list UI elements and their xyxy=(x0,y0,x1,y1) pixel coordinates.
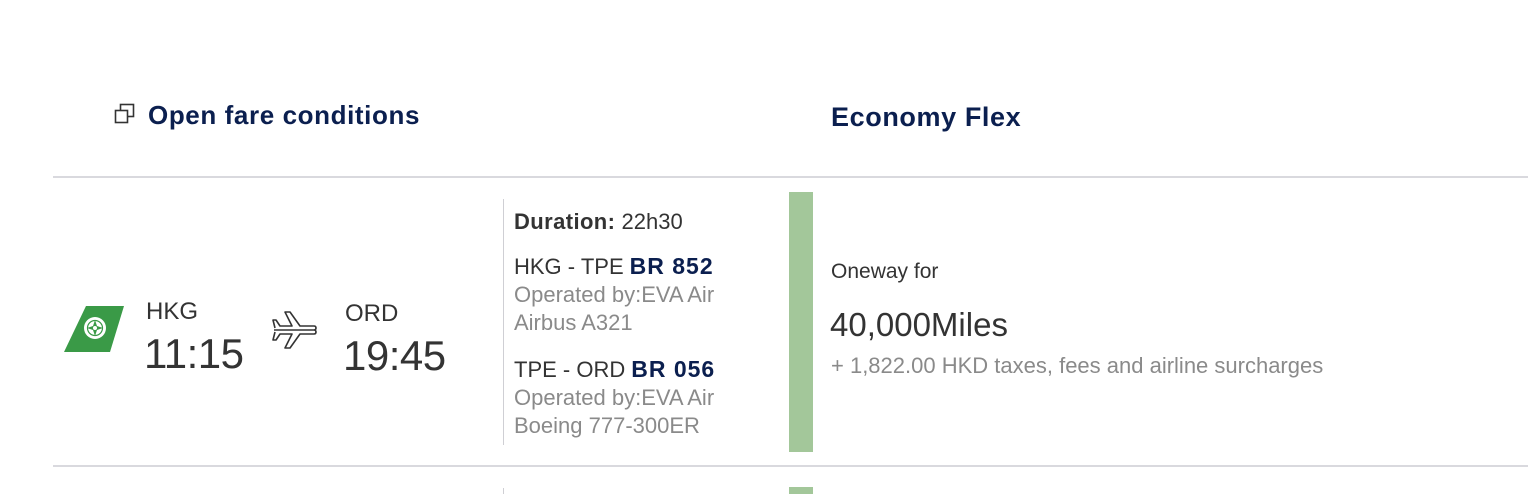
origin-airport-code: HKG xyxy=(146,298,199,325)
fare-family-title: Economy Flex xyxy=(831,102,1022,132)
arrival-time: 19:45 xyxy=(343,332,446,379)
aircraft-type: Airbus A321 xyxy=(514,310,633,335)
duration: Duration: 22h30 xyxy=(514,208,715,236)
flight-details: Duration: 22h30 HKG - TPE BR 852 Operated… xyxy=(514,208,715,440)
segment-route: TPE - ORD BR 056 xyxy=(514,355,715,384)
duration-label: Duration: xyxy=(514,209,616,234)
flight-number[interactable]: BR 056 xyxy=(631,356,715,382)
segment-divider xyxy=(503,199,504,445)
destination-airport-code: ORD xyxy=(345,300,399,327)
segment-route-text: TPE - ORD xyxy=(514,357,626,382)
segment-divider xyxy=(503,488,504,494)
duration-value: 22h30 xyxy=(621,209,683,234)
departure-time: 11:15 xyxy=(144,330,244,377)
open-fare-conditions-label: Open fare conditions xyxy=(148,100,421,130)
external-window-icon xyxy=(114,103,135,123)
flight-result-page: Open fare conditions Economy Flex HKG 11… xyxy=(0,0,1528,494)
aircraft-type: Boeing 777-300ER xyxy=(514,413,700,438)
taxes-fees: + 1,822.00 HKD taxes, fees and airline s… xyxy=(831,353,1324,378)
trip-type-label: Oneway for xyxy=(831,260,939,283)
eva-air-logo xyxy=(64,306,124,352)
divider xyxy=(53,176,1528,178)
divider xyxy=(53,465,1528,467)
flight-number[interactable]: BR 852 xyxy=(630,253,714,279)
miles-price[interactable]: 40,000Miles xyxy=(830,306,1008,344)
operated-by: Operated by:EVA Air xyxy=(514,385,715,410)
fare-select-bar[interactable] xyxy=(789,487,813,494)
fare-select-bar[interactable] xyxy=(789,192,813,452)
segment-2: TPE - ORD BR 056 Operated by:EVA Air Boei… xyxy=(514,355,715,440)
operated-by: Operated by:EVA Air xyxy=(514,282,715,307)
segment-route-text: HKG - TPE xyxy=(514,254,624,279)
airplane-icon xyxy=(272,311,317,349)
segment-route: HKG - TPE BR 852 xyxy=(514,252,715,281)
open-fare-conditions-link[interactable]: Open fare conditions xyxy=(114,100,420,131)
segment-1: HKG - TPE BR 852 Operated by:EVA Air Airb… xyxy=(514,252,715,337)
